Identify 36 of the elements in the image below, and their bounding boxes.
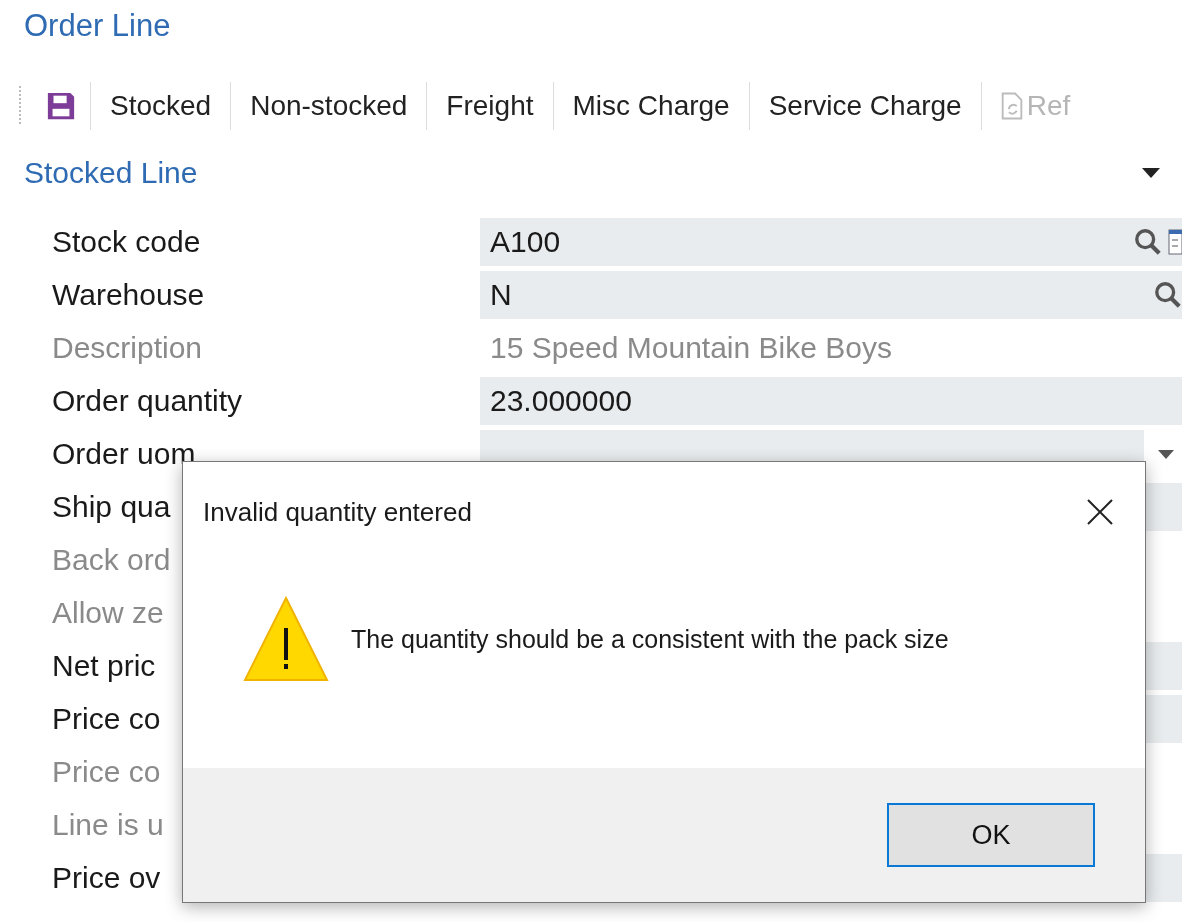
field-label: Line is u <box>52 808 164 842</box>
search-icon[interactable] <box>1134 228 1162 256</box>
grip-icon <box>18 86 22 126</box>
toolbar-button[interactable]: Freight <box>427 82 553 130</box>
warning-icon <box>243 596 329 682</box>
field-label: Warehouse <box>52 278 205 312</box>
dialog-message: The quantity should be a consistent with the pack size <box>351 624 949 654</box>
input-field[interactable]: N <box>480 271 1182 319</box>
field-label: Description <box>52 331 203 365</box>
dropdown-arrow-icon[interactable] <box>1158 449 1174 459</box>
toolbar-button[interactable]: Stocked <box>91 82 231 130</box>
input-field[interactable]: 23.000000 <box>480 377 1182 425</box>
field-label: Net pric <box>52 649 156 683</box>
field-label: Order quantity <box>52 384 243 418</box>
input-field[interactable]: A100 <box>480 218 1182 266</box>
collapse-icon[interactable] <box>1142 168 1160 178</box>
ok-button[interactable]: OK <box>887 803 1095 867</box>
field-label: Allow ze <box>52 596 164 630</box>
field-label: Price co <box>52 755 161 789</box>
page-title: Order Line <box>23 7 172 45</box>
field-label: Stock code <box>52 225 201 259</box>
close-icon[interactable] <box>1087 499 1113 525</box>
field-label: Back ord <box>52 543 171 577</box>
field-label: Price co <box>52 702 161 736</box>
toolbar-button[interactable]: Service Charge <box>749 82 981 130</box>
toolbar-button[interactable]: Non-stocked <box>231 82 427 130</box>
section-title: Stocked Line <box>24 156 198 190</box>
refresh-document-icon <box>1000 92 1023 120</box>
field-value: 15 Speed Mountain Bike Boys <box>490 331 892 364</box>
list-icon[interactable] <box>1168 229 1182 255</box>
field-label: Order uom <box>52 437 196 471</box>
field-label: Price ov <box>52 861 161 895</box>
dialog-title: Invalid quantity entered <box>203 496 472 528</box>
search-icon[interactable] <box>1154 281 1182 309</box>
field-label: Ship qua <box>52 490 171 524</box>
toolbar-button[interactable]: Misc Charge <box>553 82 749 130</box>
